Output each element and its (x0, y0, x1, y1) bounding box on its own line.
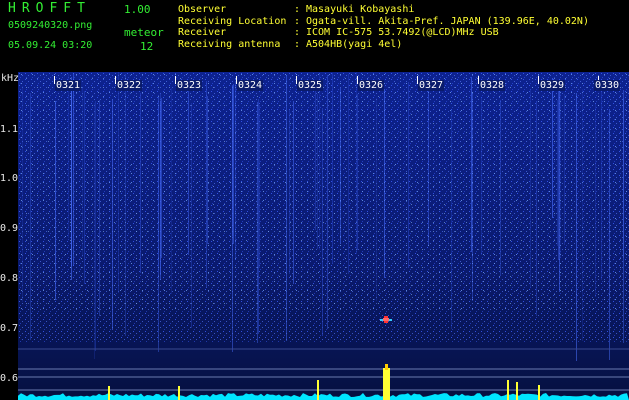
location-sep: : (294, 15, 301, 27)
freq-unit-label: kHz (1, 73, 20, 84)
antenna-sep: : (294, 38, 301, 50)
time-label-0328: 0328 (479, 80, 506, 91)
receiver-sep: : (294, 27, 301, 38)
time-label-0321: 0321 (55, 80, 82, 91)
observation-info: Observer : Masayuki Kobayashi Receiving … (178, 4, 589, 50)
observer-value: Masayuki Kobayashi (306, 4, 415, 15)
location-row: Receiving Location : Ogata-vill. Akita-P… (178, 16, 589, 28)
time-label-0329: 0329 (539, 80, 566, 91)
time-label-0327: 0327 (418, 80, 445, 91)
freq-label-1.0: 1.0 (0, 173, 19, 184)
time-label-0322: 0322 (116, 80, 143, 91)
freq-label-0.6: 0.6 (0, 373, 19, 384)
freq-label-0.8: 0.8 (0, 273, 19, 284)
antenna-value: A504HB(yagi 4el) (306, 38, 403, 50)
receiver-row: Receiver : ICOM IC-575 53.7492(@LCD)MHz … (178, 27, 589, 39)
datetime-label: 05.09.24 03:20 (8, 40, 93, 51)
observer-sep: : (294, 4, 301, 15)
time-label-0326: 0326 (358, 80, 385, 91)
receiver-key: Receiver (178, 27, 227, 38)
app-name: HROFFT (8, 1, 91, 16)
location-key: Receiving Location (178, 15, 287, 27)
time-label-0324: 0324 (237, 80, 264, 91)
meteor-label: meteor (124, 26, 164, 39)
observer-row: Observer : Masayuki Kobayashi (178, 4, 589, 16)
file-name: 0509240320.png (8, 20, 93, 31)
noise-layer-2 (18, 72, 629, 312)
observer-key: Observer (178, 4, 227, 15)
receiver-value: ICOM IC-575 53.7492(@LCD)MHz USB (306, 27, 499, 38)
time-label-0330: 0330 (594, 80, 621, 91)
time-label-0325: 0325 (297, 80, 324, 91)
freq-label-0.9: 0.9 (0, 223, 19, 234)
meteor-count: 12 (140, 40, 154, 53)
freq-label-0.7: 0.7 (0, 323, 19, 334)
antenna-key: Receiving antenna (178, 38, 281, 50)
location-value: Ogata-vill. Akita-Pref. JAPAN (139.96E, … (306, 15, 589, 27)
spectrogram (18, 72, 629, 400)
app-version: 1.00 (124, 3, 151, 16)
antenna-row: Receiving antenna : A504HB(yagi 4el) (178, 39, 589, 51)
time-label-0323: 0323 (176, 80, 203, 91)
freq-label-1.1: 1.1 (0, 124, 19, 135)
header-panel: HROFFT 1.00 0509240320.png 05.09.24 03:2… (0, 0, 629, 72)
